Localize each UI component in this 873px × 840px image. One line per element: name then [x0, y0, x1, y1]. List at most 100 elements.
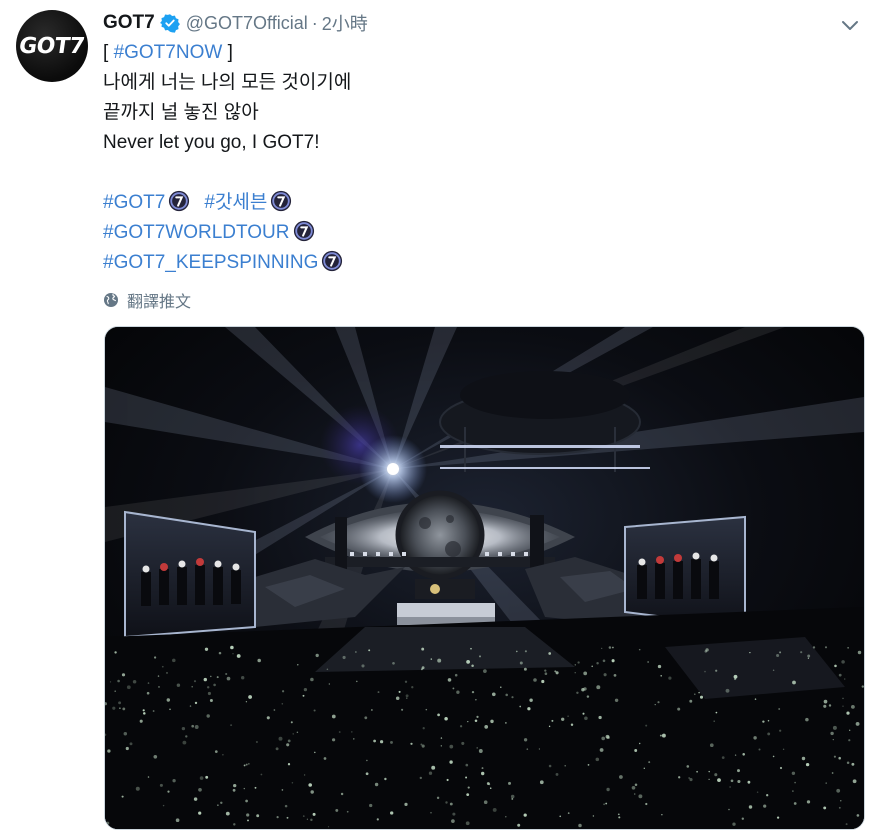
chevron-down-icon[interactable] — [838, 13, 862, 37]
audience-light — [126, 685, 131, 690]
audience-light — [657, 664, 662, 669]
audience-light — [226, 676, 231, 681]
audience-light — [454, 673, 458, 677]
hashtag-got7now[interactable]: #GOT7NOW — [114, 42, 223, 63]
audience-light — [366, 759, 368, 762]
avatar-logo-text: GOT7 — [17, 33, 87, 59]
audience-light — [440, 737, 443, 739]
audience-light — [807, 654, 811, 658]
audience-light — [308, 783, 312, 787]
audience-light — [481, 771, 485, 776]
audience-light — [574, 664, 577, 666]
globe-icon — [104, 293, 118, 307]
audience-light — [791, 771, 796, 775]
hashtag-got7-keepspinning[interactable]: #GOT7_KEEPSPINNING — [103, 252, 318, 273]
audience-light — [660, 675, 662, 677]
audience-light — [232, 652, 234, 655]
audience-light — [225, 811, 230, 816]
audience-light — [705, 648, 709, 652]
audience-light — [654, 703, 656, 706]
audience-light — [420, 743, 423, 746]
got7-hashflag-icon — [271, 190, 292, 212]
audience-light — [303, 774, 306, 776]
audience-light — [539, 780, 544, 785]
audience-light — [598, 715, 602, 720]
audience-light — [603, 803, 605, 806]
audience-light — [380, 740, 384, 744]
audience-light — [207, 691, 211, 696]
audience-light — [776, 653, 780, 658]
hashtag-got7worldtour[interactable]: #GOT7WORLDTOUR — [103, 222, 290, 243]
audience-light — [286, 743, 290, 747]
audience-light — [193, 680, 197, 683]
audience-light — [737, 779, 741, 784]
audience-light — [505, 722, 507, 724]
audience-light — [162, 804, 165, 807]
audience-light — [306, 818, 309, 820]
audience-light — [217, 804, 219, 806]
audience-light — [296, 731, 299, 734]
audience-light — [422, 727, 425, 730]
audience-light — [688, 777, 691, 779]
audience-light — [772, 755, 775, 758]
audience-light — [182, 740, 187, 745]
audience-light — [696, 770, 698, 773]
audience-light — [699, 695, 704, 699]
audience-light — [248, 695, 253, 699]
audience-light — [281, 703, 284, 705]
audience-light — [368, 649, 371, 652]
audience-light — [841, 660, 845, 664]
user-handle[interactable]: @GOT7Official — [186, 13, 308, 34]
audience-light — [302, 815, 305, 817]
audience-light — [523, 667, 527, 671]
audience-light — [838, 756, 841, 760]
audience-light — [245, 763, 248, 766]
audience-light — [461, 741, 465, 745]
audience-light — [456, 690, 460, 694]
audience-light — [365, 772, 369, 776]
audience-light — [465, 763, 469, 767]
audience-light — [714, 773, 718, 777]
audience-light — [856, 814, 860, 817]
audience-light — [361, 664, 365, 668]
audience-light — [247, 762, 250, 765]
audience-light — [172, 779, 176, 783]
tweet-photo[interactable] — [104, 326, 865, 830]
audience-light — [404, 802, 408, 807]
audience-light — [659, 734, 662, 737]
audience-light — [198, 787, 202, 792]
audience-light — [310, 677, 314, 682]
audience-light — [281, 690, 285, 693]
tweet-line-1: [ #GOT7NOW ] — [103, 38, 351, 68]
hashtag-got7-korean[interactable]: #갓세븐 — [204, 192, 267, 213]
audience-light — [584, 716, 588, 721]
audience-light — [327, 826, 330, 828]
audience-light — [754, 698, 757, 700]
audience-light — [758, 748, 761, 751]
display-name[interactable]: GOT7 — [103, 12, 155, 34]
audience-light — [225, 672, 228, 676]
audience-light — [753, 736, 757, 740]
audience-light — [483, 669, 487, 673]
audience-light — [634, 749, 638, 752]
audience-light — [371, 709, 373, 711]
timestamp[interactable]: 2小時 — [322, 10, 368, 36]
audience-light — [823, 704, 827, 708]
audience-light — [445, 801, 448, 804]
audience-light — [476, 715, 479, 719]
hashtag-got7[interactable]: #GOT7 — [103, 192, 165, 213]
audience-light — [335, 808, 339, 812]
audience-light — [728, 808, 730, 811]
translate-tweet-link[interactable]: 翻譯推文 — [103, 289, 191, 311]
audience-light — [478, 749, 483, 753]
avatar[interactable]: GOT7 — [16, 10, 88, 82]
audience-light — [747, 780, 751, 784]
audience-light — [645, 802, 648, 806]
audience-light — [657, 701, 660, 704]
audience-light — [216, 676, 219, 679]
audience-light — [205, 775, 209, 779]
audience-light — [340, 792, 344, 796]
audience-light — [548, 652, 552, 655]
audience-light — [833, 755, 836, 758]
audience-light — [446, 778, 449, 782]
